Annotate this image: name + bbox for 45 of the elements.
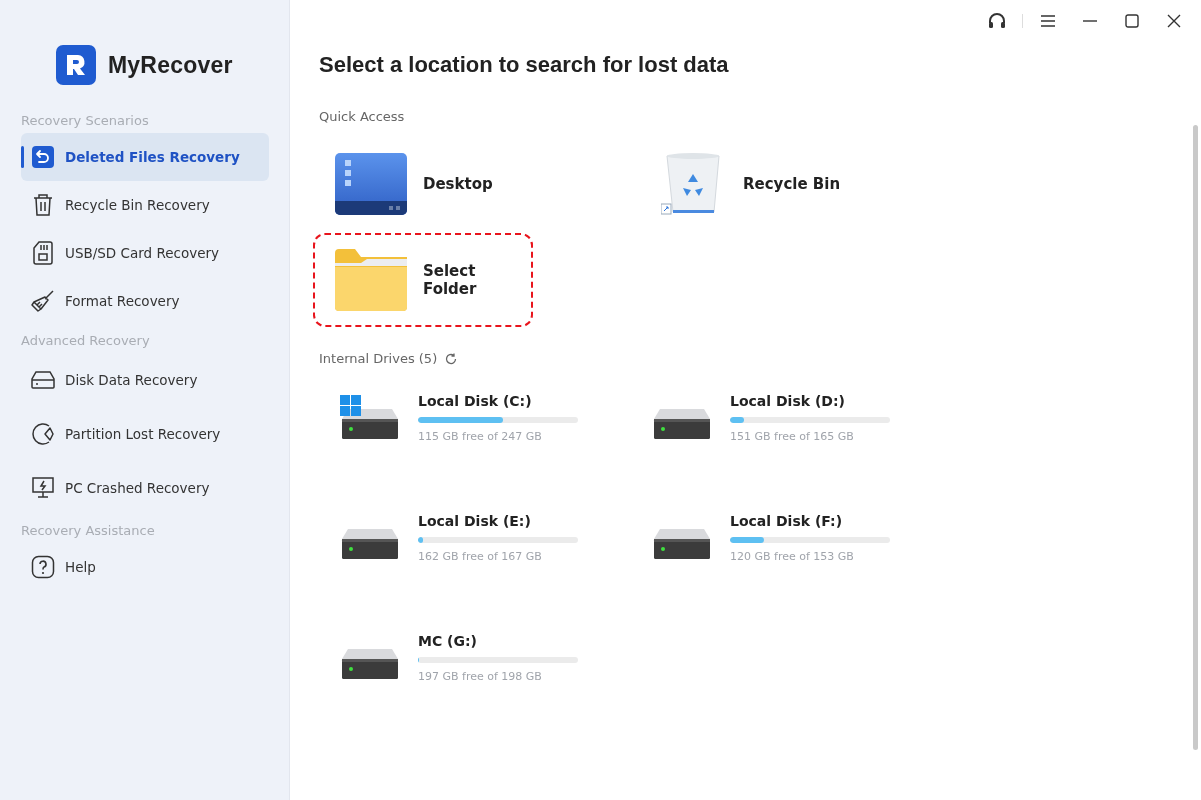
- scrollbar[interactable]: [1193, 125, 1198, 750]
- sidebar-item[interactable]: Format Recovery: [21, 277, 269, 325]
- section-label: Advanced Recovery: [21, 332, 151, 350]
- recycle-bin-icon: [661, 152, 721, 216]
- undo-icon: [32, 146, 54, 168]
- help-icon: [31, 555, 55, 579]
- sd-card-icon: [33, 241, 53, 265]
- refresh-icon[interactable]: [445, 353, 458, 365]
- sidebar-item[interactable]: Recycle Bin Recovery: [21, 181, 269, 229]
- section-label: Internal Drives (5): [319, 350, 438, 368]
- folder-icon: [335, 249, 407, 311]
- sidebar-item[interactable]: Partition Lost Recovery: [21, 407, 269, 461]
- quick-access-item[interactable]: Select Folder: [313, 233, 533, 327]
- sidebar-item[interactable]: PC Crashed Recovery: [21, 461, 269, 515]
- broom-icon: [31, 289, 55, 313]
- section-label: Recovery Scenarios: [21, 112, 150, 130]
- monitor-icon: [31, 476, 55, 500]
- app-logo-icon: [56, 45, 96, 85]
- quick-access-item[interactable]: Desktop: [313, 137, 533, 231]
- drive-capacity: 151 GB free of 165 GB: [730, 430, 855, 443]
- headset-icon[interactable]: [988, 13, 1006, 29]
- menu-icon[interactable]: [1040, 15, 1056, 27]
- drive-capacity: 197 GB free of 198 GB: [418, 670, 543, 683]
- maximize-icon[interactable]: [1125, 14, 1139, 28]
- pie-icon: [31, 422, 55, 446]
- drive-name[interactable]: Local Disk (F:): [730, 511, 890, 531]
- sidebar-item[interactable]: Disk Data Recovery: [21, 353, 269, 407]
- desktop-icon: [335, 153, 407, 215]
- drive-capacity: 162 GB free of 167 GB: [418, 550, 543, 563]
- drive-name[interactable]: MC (G:): [418, 631, 578, 651]
- sidebar-item[interactable]: USB/SD Card Recovery: [21, 229, 269, 277]
- section-label: Quick Access: [319, 108, 406, 126]
- drive-capacity: 115 GB free of 247 GB: [418, 430, 543, 443]
- sidebar-item[interactable]: Deleted Files Recovery: [21, 133, 269, 181]
- drive-name[interactable]: Local Disk (E:): [418, 511, 578, 531]
- trash-icon: [32, 193, 54, 217]
- drive-capacity: 120 GB free of 153 GB: [730, 550, 855, 563]
- section-label: Recovery Assistance: [21, 522, 156, 540]
- drive-name[interactable]: Local Disk (D:): [730, 391, 890, 411]
- page-title: Select a location to search for lost data: [319, 51, 730, 79]
- app-name: MyRecover: [108, 51, 233, 79]
- sidebar-item[interactable]: Help: [21, 543, 269, 591]
- close-icon[interactable]: [1167, 14, 1181, 28]
- quick-access-item[interactable]: Recycle Bin: [633, 137, 853, 231]
- drive-name[interactable]: Local Disk (C:): [418, 391, 578, 411]
